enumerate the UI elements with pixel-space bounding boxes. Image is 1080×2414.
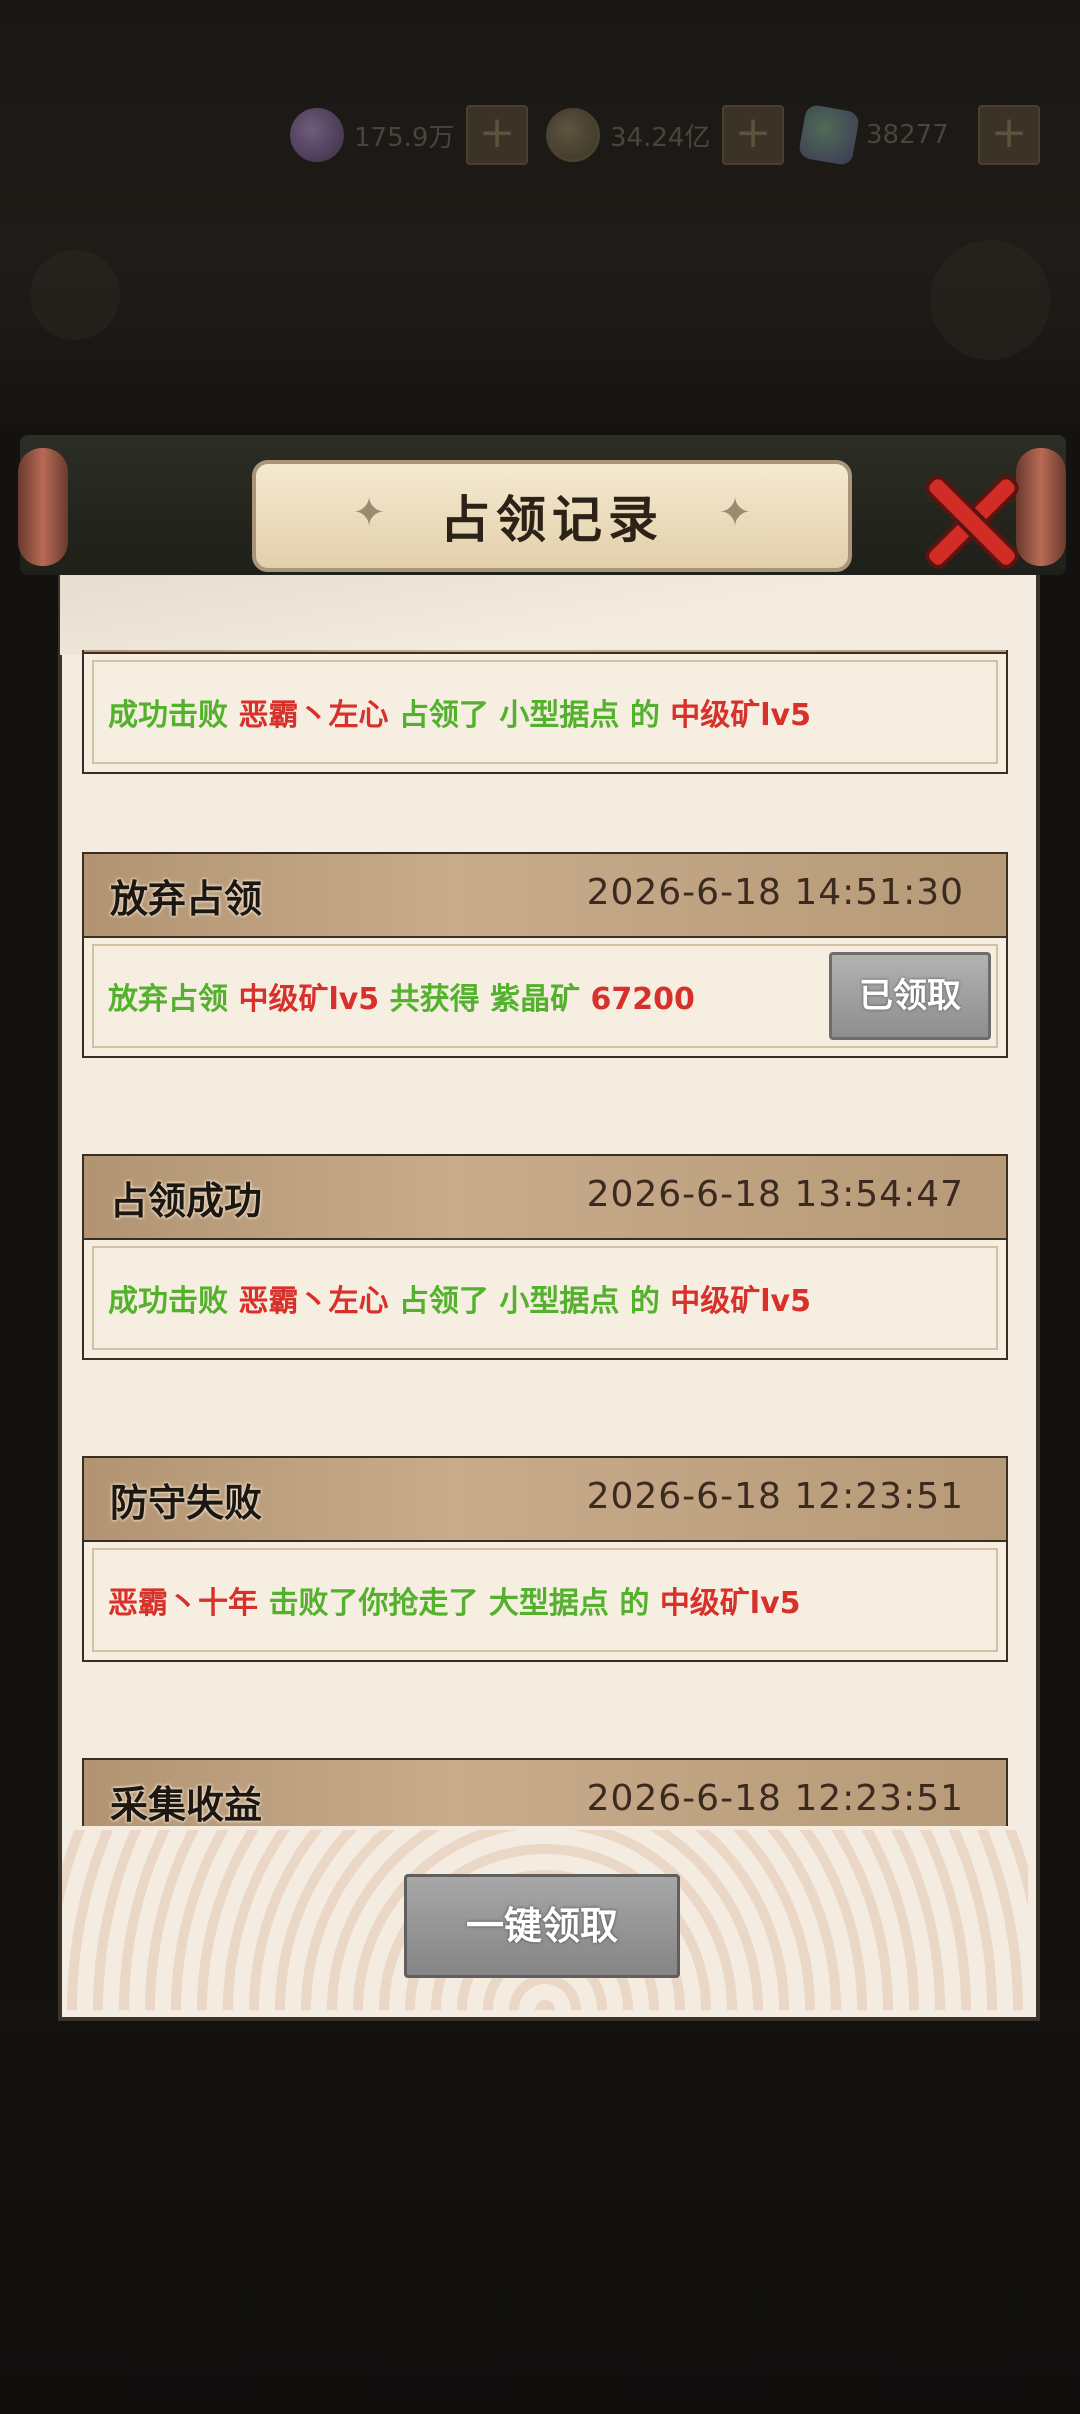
entry-time: 2026-6-18 14:51:30	[586, 872, 964, 913]
message-part: 放弃占领	[108, 982, 228, 1017]
entry-message: 放弃占领 中级矿lv5 共获得 紫晶矿 67200	[108, 974, 695, 1018]
message-part: 中级矿lv5	[659, 1586, 801, 1621]
entry-time: 2026-6-18 12:23:51	[586, 1476, 964, 1517]
message-part: 击败了你抢走了	[268, 1586, 479, 1621]
message-part: 恶霸丶十年	[108, 1586, 258, 1621]
background-decor	[30, 250, 120, 340]
message-part: 中级矿lv5	[238, 982, 380, 1017]
currency-bar: 175.9万 + 34.24亿 + 38277 +	[290, 100, 1058, 170]
record-list[interactable]: 成功击败 恶霸丶左心 占领了 小型据点 的 中级矿lv5 放弃占领 2026-6…	[82, 650, 1012, 1826]
message-part: 占领了	[398, 698, 489, 733]
game-background-top	[0, 0, 1080, 430]
message-part: 紫晶矿	[490, 982, 581, 1017]
entry-message: 成功击败 恶霸丶左心 占领了 小型据点 的 中级矿lv5	[108, 1276, 811, 1320]
entry-title: 防守失败	[110, 1480, 263, 1525]
list-item: 占领成功 2026-6-18 13:54:47 成功击败 恶霸丶左心 占领了 小…	[82, 1154, 1008, 1360]
crystal-icon	[797, 103, 861, 167]
scroll-roller-right	[1016, 448, 1066, 566]
message-part: 的	[619, 1586, 650, 1621]
entry-body: 成功击败 恶霸丶左心 占领了 小型据点 的 中级矿lv5	[82, 1240, 1008, 1360]
list-item: 采集收益 2026-6-18 12:23:51	[82, 1758, 1008, 1826]
shuriken-icon: ✦	[718, 490, 752, 536]
message-part: 小型据点	[499, 1284, 620, 1319]
purple-gem-icon	[290, 108, 344, 162]
message-part: 的	[629, 1284, 660, 1319]
entry-body: 恶霸丶十年 击败了你抢走了 大型据点 的 中级矿lv5	[82, 1542, 1008, 1662]
currency-crystal: 38277 +	[797, 103, 1040, 167]
entry-header: 占领成功 2026-6-18 13:54:47	[82, 1154, 1008, 1240]
message-part: 中级矿lv5	[670, 1284, 811, 1319]
currency-value: 175.9万	[354, 122, 455, 153]
entry-body: 成功击败 恶霸丶左心 占领了 小型据点 的 中级矿lv5	[82, 654, 1008, 774]
message-part: 共获得	[389, 982, 480, 1017]
message-part: 大型据点	[488, 1586, 609, 1621]
panel-brush-stroke	[60, 575, 1030, 655]
currency-purple: 175.9万 +	[290, 105, 528, 165]
add-purple-button[interactable]: +	[466, 105, 528, 165]
message-part: 小型据点	[499, 698, 620, 733]
currency-coin: 34.24亿 +	[546, 105, 784, 165]
title-plate: ✦ 占领记录 ✦	[252, 460, 852, 572]
scroll-roller-left	[18, 448, 68, 566]
message-part: 占领了	[398, 1284, 489, 1319]
coin-icon	[546, 108, 600, 162]
currency-value: 38277	[866, 120, 949, 150]
message-part: 恶霸丶左心	[238, 698, 389, 733]
entry-message: 恶霸丶十年 击败了你抢走了 大型据点 的 中级矿lv5	[108, 1578, 801, 1622]
message-part: 恶霸丶左心	[238, 1284, 389, 1319]
entry-title: 占领成功	[110, 1178, 263, 1223]
message-part: 67200	[590, 982, 695, 1017]
close-icon[interactable]	[920, 470, 1020, 570]
entry-header: 放弃占领 2026-6-18 14:51:30	[82, 852, 1008, 938]
entry-header: 防守失败 2026-6-18 12:23:51	[82, 1456, 1008, 1542]
entry-message: 成功击败 恶霸丶左心 占领了 小型据点 的 中级矿lv5	[108, 690, 811, 734]
add-crystal-button[interactable]: +	[978, 105, 1040, 165]
list-item: 成功击败 恶霸丶左心 占领了 小型据点 的 中级矿lv5	[82, 650, 1008, 774]
message-part: 成功击败	[108, 1284, 228, 1319]
entry-body: 放弃占领 中级矿lv5 共获得 紫晶矿 67200 已领取	[82, 938, 1008, 1058]
message-part: 的	[629, 698, 660, 733]
shuriken-icon: ✦	[352, 490, 386, 536]
dialog-title: 占领记录	[440, 490, 664, 549]
entry-time: 2026-6-18 12:23:51	[586, 1778, 964, 1819]
game-background-bottom	[0, 2000, 1080, 2414]
entry-title: 放弃占领	[110, 876, 263, 921]
entry-title: 采集收益	[110, 1782, 263, 1826]
add-coin-button[interactable]: +	[722, 105, 784, 165]
message-part: 中级矿lv5	[670, 698, 811, 733]
entry-time: 2026-6-18 13:54:47	[586, 1174, 964, 1215]
list-item: 放弃占领 2026-6-18 14:51:30 放弃占领 中级矿lv5 共获得 …	[82, 852, 1008, 1058]
message-part: 成功击败	[108, 698, 228, 733]
list-item: 防守失败 2026-6-18 12:23:51 恶霸丶十年 击败了你抢走了 大型…	[82, 1456, 1008, 1662]
currency-value: 34.24亿	[610, 122, 711, 153]
collect-all-button[interactable]: 一键领取	[404, 1874, 680, 1978]
background-decor	[930, 240, 1050, 360]
claimed-button[interactable]: 已领取	[829, 952, 991, 1040]
entry-header: 采集收益 2026-6-18 12:23:51	[82, 1758, 1008, 1826]
